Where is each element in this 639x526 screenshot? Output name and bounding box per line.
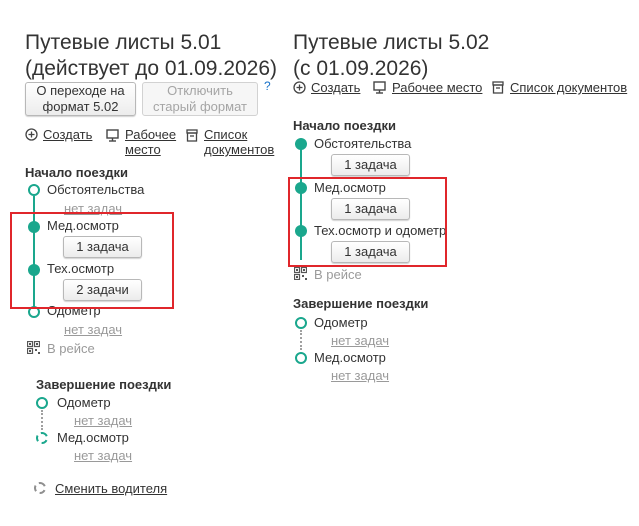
- doclist-archive-icon[interactable]: [186, 129, 198, 142]
- right-in-trip-label: В рейсе: [314, 267, 362, 282]
- workplace-monitor-icon[interactable]: [106, 129, 119, 142]
- right-start-heading: Начало поездки: [293, 118, 396, 133]
- left-highlight-box: [10, 212, 174, 309]
- right-workplace-monitor-icon[interactable]: [373, 81, 386, 94]
- create-plus-icon[interactable]: [25, 128, 38, 141]
- about-format-button[interactable]: О переходе на формат 5.02: [25, 82, 136, 116]
- left-doclist-link[interactable]: Список документов: [204, 127, 274, 157]
- change-driver-icon: [34, 482, 46, 494]
- change-driver-link[interactable]: Сменить водителя: [55, 481, 167, 496]
- right-step-circumstances-label[interactable]: Обстоятельства: [314, 136, 411, 151]
- right-finish-odometer-task[interactable]: нет задач: [331, 333, 389, 348]
- right-title-line1: Путевые листы 5.02: [293, 31, 490, 54]
- right-finish-timeline: [300, 330, 302, 350]
- right-create-link[interactable]: Создать: [311, 80, 360, 95]
- left-qr-icon: [27, 341, 40, 354]
- right-highlight-box: [288, 177, 447, 267]
- right-finish-heading: Завершение поездки: [293, 296, 429, 311]
- left-start-heading: Начало поездки: [25, 165, 128, 180]
- left-finish-heading: Завершение поездки: [36, 377, 172, 392]
- left-workplace-link[interactable]: Рабочее место: [125, 127, 176, 157]
- left-finish-medical-task[interactable]: нет задач: [74, 448, 132, 463]
- right-finish-odometer-dot: [295, 317, 307, 329]
- disable-old-format-button[interactable]: Отключить старый формат: [142, 82, 258, 116]
- help-icon[interactable]: ?: [264, 79, 271, 93]
- right-doclist-link[interactable]: Список документов: [510, 80, 627, 95]
- left-title-line1: Путевые листы 5.01: [25, 31, 222, 54]
- right-qr-icon: [294, 267, 307, 280]
- right-finish-medical-dot: [295, 352, 307, 364]
- right-finish-medical-task[interactable]: нет задач: [331, 368, 389, 383]
- right-finish-odometer-label[interactable]: Одометр: [314, 315, 368, 330]
- left-step-circumstances-label[interactable]: Обстоятельства: [47, 182, 144, 197]
- left-step-circumstances-dot: [28, 184, 40, 196]
- left-finish-odometer-task[interactable]: нет задач: [74, 413, 132, 428]
- right-workplace-link[interactable]: Рабочее место: [392, 80, 482, 95]
- left-finish-odometer-dot: [36, 397, 48, 409]
- right-finish-medical-label[interactable]: Мед.осмотр: [314, 350, 386, 365]
- right-doclist-archive-icon[interactable]: [492, 81, 504, 94]
- left-step-odometer-task[interactable]: нет задач: [64, 322, 122, 337]
- right-step-circumstances-dot: [295, 138, 307, 150]
- left-create-link[interactable]: Создать: [43, 127, 92, 142]
- left-finish-medical-dot: [36, 432, 48, 444]
- right-create-plus-icon[interactable]: [293, 81, 306, 94]
- left-finish-odometer-label[interactable]: Одометр: [57, 395, 111, 410]
- left-finish-timeline: [41, 410, 43, 430]
- right-title-line2: (с 01.09.2026): [293, 57, 429, 80]
- left-in-trip-label: В рейсе: [47, 341, 95, 356]
- left-title-line2: (действует до 01.09.2026): [25, 57, 278, 80]
- right-circumstances-task-button[interactable]: 1 задача: [331, 154, 410, 176]
- left-finish-medical-label[interactable]: Мед.осмотр: [57, 430, 129, 445]
